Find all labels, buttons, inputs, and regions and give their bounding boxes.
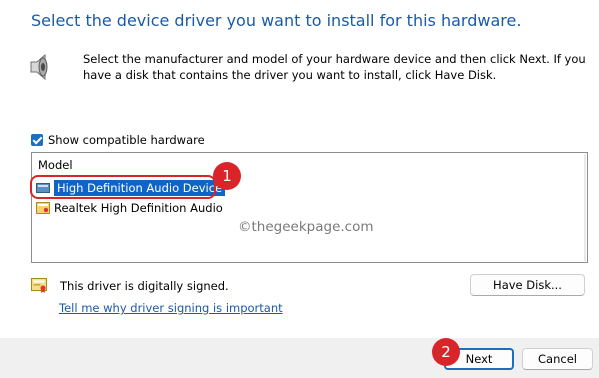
model-listbox[interactable]: Model High Definition Audio Device Realt…	[31, 152, 588, 263]
show-compatible-hardware-checkbox[interactable]: Show compatible hardware	[31, 133, 205, 147]
speaker-icon	[30, 53, 48, 81]
annotation-highlight-box	[30, 175, 216, 199]
driver-signed-text: This driver is digitally signed.	[60, 278, 229, 293]
driver-signed-row: This driver is digitally signed.	[31, 278, 229, 293]
show-compatible-label: Show compatible hardware	[48, 133, 205, 147]
annotation-badge-1: 1	[213, 162, 241, 190]
checkbox-checked-icon[interactable]	[31, 134, 43, 146]
have-disk-button[interactable]: Have Disk...	[470, 274, 585, 296]
watermark-text: ©thegeekpage.com	[238, 219, 374, 235]
select-driver-dialog: Select the device driver you want to ins…	[0, 0, 599, 378]
model-column-header: Model	[38, 158, 73, 172]
certified-driver-icon	[36, 202, 50, 214]
page-title: Select the device driver you want to ins…	[31, 11, 522, 30]
annotation-badge-2: 2	[432, 338, 460, 366]
model-item-realtek-high-definition-audio[interactable]: Realtek High Definition Audio	[36, 200, 223, 216]
model-item-label: Realtek High Definition Audio	[54, 201, 223, 215]
driver-signing-info-link[interactable]: Tell me why driver signing is important	[59, 301, 283, 315]
instruction-text: Select the manufacturer and model of you…	[83, 52, 586, 82]
vertical-scrollbar[interactable]	[584, 154, 586, 261]
certificate-icon	[31, 278, 47, 293]
cancel-button[interactable]: Cancel	[522, 348, 593, 370]
